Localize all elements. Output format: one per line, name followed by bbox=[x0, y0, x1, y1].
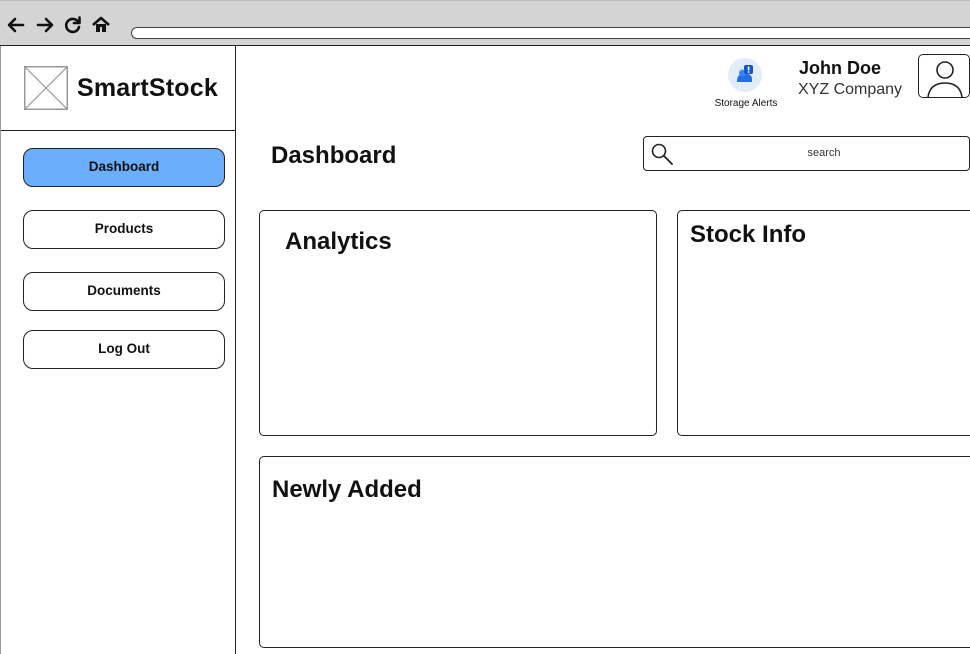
stock-info-title: Stock Info bbox=[690, 221, 807, 248]
analytics-title: Analytics bbox=[285, 228, 392, 255]
home-icon[interactable] bbox=[91, 15, 111, 35]
stock-info-card: Stock Info bbox=[677, 210, 970, 436]
storage-alerts-label: Storage Alerts bbox=[714, 98, 778, 109]
arrow-left-icon[interactable] bbox=[6, 15, 26, 35]
reload-icon[interactable] bbox=[63, 15, 83, 35]
image-placeholder-icon bbox=[24, 66, 68, 110]
search-bar[interactable] bbox=[643, 136, 970, 171]
storage-alerts-button[interactable]: Storage Alerts bbox=[706, 58, 786, 114]
page-title: Dashboard bbox=[271, 142, 397, 169]
arrow-right-icon[interactable] bbox=[35, 15, 55, 35]
nav-products-button[interactable]: Products bbox=[23, 210, 225, 249]
newly-added-title: Newly Added bbox=[272, 476, 422, 503]
nav-dashboard-button[interactable]: Dashboard bbox=[23, 148, 225, 187]
sidebar: SmartStock Dashboard Products Documents … bbox=[0, 46, 236, 654]
user-name: John Doe bbox=[799, 58, 882, 78]
search-icon[interactable] bbox=[650, 142, 674, 166]
newly-added-card: Newly Added bbox=[259, 456, 970, 648]
user-company: XYZ Company bbox=[798, 81, 903, 98]
nav-documents-button[interactable]: Documents bbox=[23, 272, 225, 311]
search-input[interactable] bbox=[684, 142, 964, 164]
user-avatar-icon[interactable] bbox=[918, 54, 970, 98]
log-out-button[interactable]: Log Out bbox=[23, 330, 225, 369]
url-bar[interactable] bbox=[131, 27, 970, 39]
logo-area: SmartStock bbox=[1, 46, 236, 131]
storage-alert-icon bbox=[728, 58, 762, 92]
analytics-card: Analytics bbox=[259, 210, 657, 436]
app-name: SmartStock bbox=[77, 74, 218, 102]
browser-toolbar bbox=[0, 0, 970, 46]
